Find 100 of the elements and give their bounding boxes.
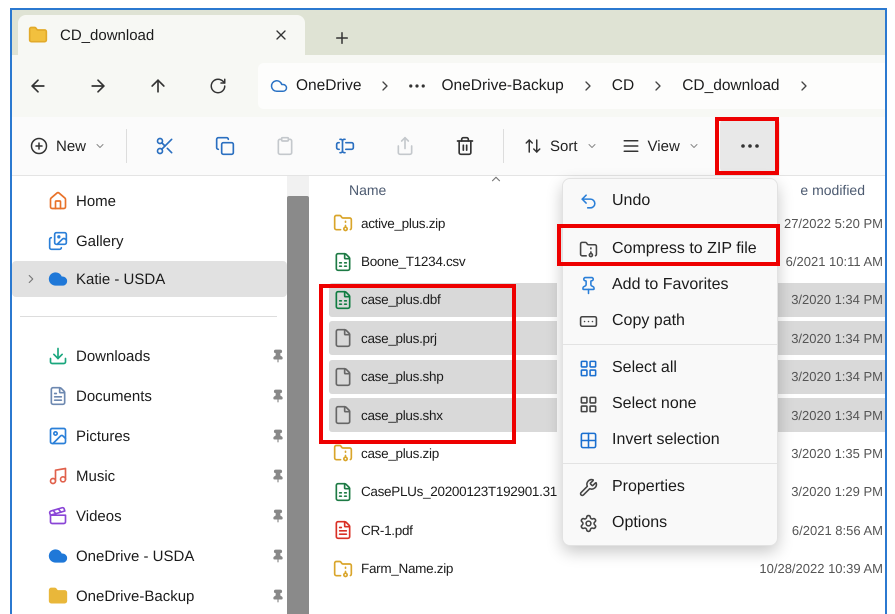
zip-folder-icon	[333, 213, 353, 234]
cloud-icon	[270, 77, 288, 95]
download-icon	[48, 346, 68, 366]
file-name: case_plus.zip	[361, 446, 439, 461]
undo-icon	[579, 192, 598, 210]
date-modified: 27/2022 5:20 PM	[782, 214, 884, 233]
zip-folder-icon	[579, 240, 598, 258]
file-row[interactable]: case_plus.zip	[329, 436, 557, 470]
tab-title: CD_download	[60, 26, 156, 44]
sidebar-item[interactable]: Gallery	[12, 221, 287, 261]
menu-item[interactable]: Add to Favorites	[567, 268, 773, 302]
plus-icon	[333, 29, 351, 47]
file-row[interactable]: active_plus.zip	[329, 206, 557, 240]
breadcrumb-item[interactable]: OneDrive-Backup	[441, 77, 564, 95]
spreadsheet-icon	[333, 252, 353, 272]
file-row[interactable]: Boone_T1234.csv	[329, 244, 557, 279]
select-all-icon	[579, 358, 598, 378]
menu-item[interactable]: Undo	[567, 184, 773, 218]
gallery-icon	[48, 231, 68, 251]
date-modified: 6/2021 10:11 AM	[784, 253, 884, 272]
settings-icon	[579, 514, 598, 532]
pin-icon	[579, 276, 598, 294]
ellipsis-icon	[740, 144, 759, 148]
sidebar-item[interactable]: Katie - USDA	[12, 261, 287, 297]
column-header[interactable]: e modified	[800, 182, 865, 198]
wrench-icon	[579, 478, 598, 496]
home-icon	[48, 191, 68, 211]
sidebar-item[interactable]: OneDrive-Backup	[12, 576, 287, 614]
file-row[interactable]: Farm_Name.zip	[329, 552, 557, 586]
plus-circle-icon	[30, 137, 48, 155]
file-name: case_plus.shp	[361, 369, 444, 384]
date-modified: 6/2021 8:56 AM	[790, 522, 884, 540]
new-menu-button[interactable]: New	[26, 131, 110, 161]
scrollbar-thumb[interactable]	[287, 196, 309, 614]
zip-folder-icon	[333, 443, 353, 464]
menu-item[interactable]: Select all	[567, 351, 773, 385]
file-icon	[333, 328, 353, 348]
file-icon	[333, 366, 353, 387]
file-row[interactable]: case_plus.shx	[329, 398, 557, 432]
share-icon	[395, 136, 416, 156]
sidebar-item[interactable]: Videos	[12, 496, 287, 536]
grid-icon	[579, 394, 598, 414]
view-menu-button[interactable]: View	[618, 131, 704, 161]
file-name: case_plus.shx	[361, 408, 443, 423]
music-icon	[48, 466, 68, 486]
folder-icon	[28, 25, 48, 45]
date-modified: 3/2020 1:34 PM	[776, 398, 885, 432]
date-modified: 3/2020 1:29 PM	[790, 483, 884, 502]
menu-item[interactable]: Copy path	[567, 304, 773, 338]
breadcrumb-item[interactable]: OneDrive	[270, 77, 362, 95]
file-name: case_plus.prj	[361, 330, 437, 346]
date-modified: 10/28/2022 10:39 AM	[759, 560, 884, 578]
trash-icon	[455, 136, 476, 156]
sidebar-item[interactable]: Downloads	[12, 336, 287, 376]
menu-item[interactable]: Options	[567, 506, 773, 540]
invert-selection-icon	[579, 430, 598, 450]
date-modified: 3/2020 1:35 PM	[790, 444, 884, 463]
file-name: CasePLUs_20200123T192901.31	[360, 484, 557, 500]
file-icon	[333, 405, 353, 426]
sidebar-item[interactable]: Pictures	[12, 416, 287, 456]
lines-icon	[622, 137, 640, 155]
menu-item[interactable]: Invert selection	[567, 423, 773, 457]
column-header[interactable]: Name	[329, 182, 469, 198]
file-name: case_plus.dbf	[361, 292, 440, 308]
refresh-icon	[209, 77, 227, 95]
date-modified: 3/2020 1:34 PM	[776, 282, 885, 317]
more-button[interactable]	[720, 120, 780, 172]
file-row[interactable]: case_plus.prj	[329, 321, 557, 356]
menu-item[interactable]: Compress to ZIP file	[567, 232, 773, 266]
zip-folder-icon	[333, 558, 353, 579]
file-name: CR-1.pdf	[361, 522, 413, 538]
copy-icon	[215, 136, 236, 156]
folder-tab[interactable]: CD_download	[18, 15, 305, 55]
breadcrumb-item[interactable]: CD_download	[682, 77, 780, 95]
sidebar-item[interactable]: Documents	[12, 376, 287, 416]
sidebar-item[interactable]: OneDrive - USDA	[12, 536, 287, 576]
menu-item[interactable]: Properties	[567, 470, 773, 504]
spreadsheet-icon	[333, 482, 353, 502]
highlight-frame	[715, 117, 779, 175]
file-name: active_plus.zip	[361, 216, 446, 231]
file-row[interactable]: CasePLUs_20200123T192901.31	[329, 474, 557, 509]
folder-icon	[48, 586, 68, 606]
breadcrumb-item[interactable]: CD	[612, 77, 634, 95]
sidebar-item[interactable]: Home	[12, 181, 287, 221]
date-modified: 3/2020 1:34 PM	[776, 360, 885, 394]
document-icon	[48, 386, 68, 406]
scissors-icon	[155, 136, 176, 156]
video-icon	[48, 506, 68, 526]
pdf-file-icon	[333, 520, 353, 540]
menu-item[interactable]: Select none	[567, 387, 773, 421]
text-cursor-icon	[335, 136, 356, 156]
ellipsis-icon	[409, 84, 426, 88]
address-bar[interactable]: OneDrive OneDrive-Backup CD CD_download	[258, 63, 885, 109]
clipboard-icon	[275, 136, 296, 156]
file-name: Boone_T1234.csv	[361, 254, 466, 270]
sidebar-item[interactable]: Music	[12, 456, 287, 496]
picture-icon	[48, 426, 68, 446]
file-row[interactable]: CR-1.pdf	[329, 513, 557, 548]
file-row[interactable]: case_plus.shp	[329, 360, 557, 394]
sort-menu-button[interactable]: Sort	[520, 131, 602, 161]
